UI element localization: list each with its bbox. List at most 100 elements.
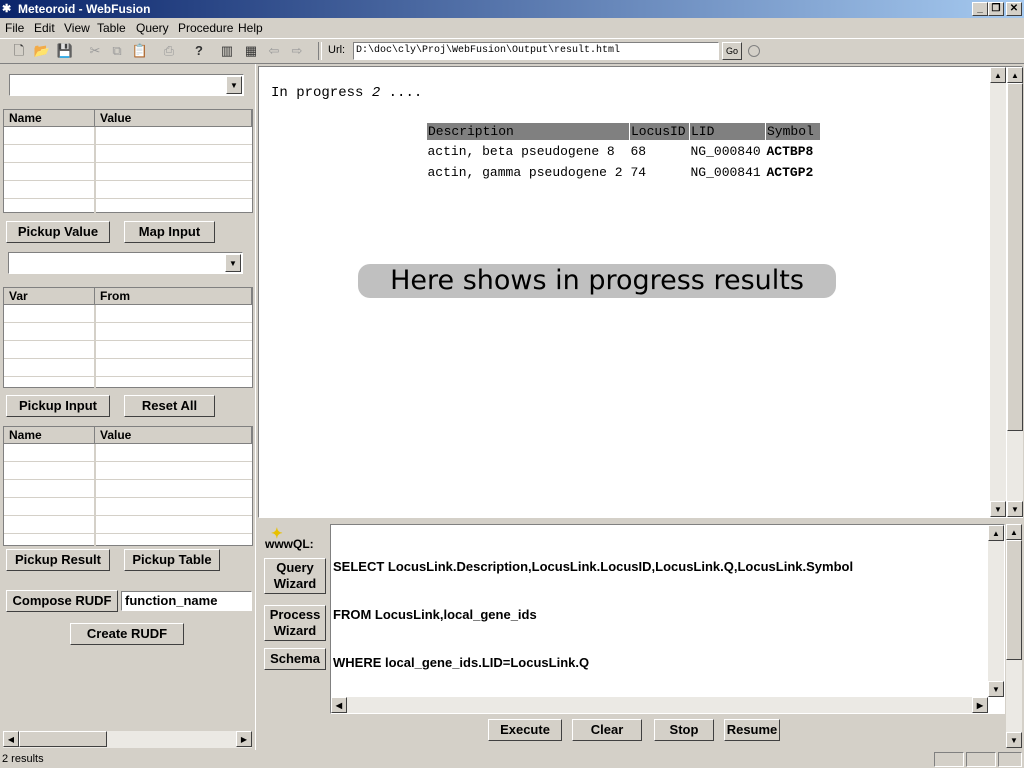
arrow-down-icon[interactable]: ▼: [1006, 732, 1022, 748]
panel-left-icon[interactable]: ▥: [218, 42, 236, 60]
query-wizard-button[interactable]: Query Wizard: [264, 558, 326, 594]
table-row[interactable]: [4, 444, 252, 462]
go-button[interactable]: Go: [722, 42, 742, 60]
help-icon[interactable]: ?: [190, 42, 208, 60]
status-bar: 2 results: [0, 751, 1024, 768]
arrow-right-icon[interactable]: ▶: [972, 697, 988, 713]
left-panel: ▼ Name Value Pickup Value Map Input ▼ Var…: [0, 64, 256, 750]
cell-symbol: ACTGP2: [766, 165, 814, 180]
table-header-row: Description LocusID LID Symbol: [426, 122, 821, 141]
query-wizard-line1: Query: [276, 560, 314, 575]
function-name-input[interactable]: function_name: [121, 591, 252, 611]
query-panel-vertical-scrollbar[interactable]: ▲ ▼: [1006, 524, 1022, 748]
var-from-grid: Var From: [3, 287, 253, 395]
progress-label: In progress: [271, 85, 364, 101]
menu-view[interactable]: View: [64, 21, 90, 35]
title-bar: ✱ Meteoroid - WebFusion _ ❐ ✕: [0, 0, 1024, 18]
url-label: Url:: [328, 44, 346, 56]
process-wizard-button[interactable]: Process Wizard: [264, 605, 326, 641]
minimize-button[interactable]: _: [972, 2, 988, 16]
arrow-left-icon[interactable]: ◀: [3, 731, 19, 747]
execute-button[interactable]: Execute: [488, 719, 562, 741]
arrow-up-icon[interactable]: ▲: [988, 525, 1004, 541]
close-button[interactable]: ✕: [1006, 2, 1022, 16]
cell-description: actin, gamma pseudogene 2: [427, 165, 623, 180]
value-source-select[interactable]: ▼: [9, 74, 244, 96]
reset-all-button[interactable]: Reset All: [124, 395, 215, 417]
table-row[interactable]: [4, 127, 252, 145]
left-horizontal-scrollbar[interactable]: ◀ ▶: [3, 731, 252, 748]
chevron-down-icon[interactable]: ▼: [226, 76, 242, 94]
table-row[interactable]: [4, 462, 252, 480]
table-row[interactable]: [4, 323, 252, 341]
table-row[interactable]: [4, 163, 252, 181]
url-input[interactable]: D:\doc\cly\Proj\WebFusion\Output\result.…: [353, 42, 719, 60]
table-row[interactable]: [4, 181, 252, 199]
pickup-table-button[interactable]: Pickup Table: [124, 549, 220, 571]
forward-arrow-icon[interactable]: ⇨: [288, 42, 306, 60]
table-row[interactable]: [4, 341, 252, 359]
menu-file[interactable]: File: [5, 21, 24, 35]
header-symbol: Symbol: [765, 122, 821, 141]
arrow-down-icon[interactable]: ▼: [1007, 501, 1023, 517]
create-rudf-button[interactable]: Create RUDF: [70, 623, 184, 645]
input-source-select[interactable]: ▼: [8, 252, 243, 274]
cut-icon[interactable]: ✂: [86, 42, 104, 60]
table-row[interactable]: [4, 305, 252, 323]
editor-horizontal-scrollbar[interactable]: ◀ ▶: [331, 697, 988, 713]
arrow-up-icon[interactable]: ▲: [1007, 67, 1023, 83]
table-row[interactable]: [4, 480, 252, 498]
status-text: 2 results: [2, 753, 44, 765]
copy-icon[interactable]: ⧉: [108, 42, 126, 60]
arrow-up-icon[interactable]: ▲: [1006, 524, 1022, 540]
window-vertical-scrollbar[interactable]: ▲ ▼: [1007, 67, 1023, 517]
scroll-thumb[interactable]: [19, 731, 107, 747]
menu-table[interactable]: Table: [97, 21, 126, 35]
table-row[interactable]: [4, 359, 252, 377]
print-icon[interactable]: ⎙: [160, 42, 178, 60]
col-value: Value: [95, 427, 252, 443]
editor-vertical-scrollbar[interactable]: ▲ ▼: [988, 525, 1004, 697]
table-row[interactable]: [4, 516, 252, 534]
scroll-thumb[interactable]: [1006, 540, 1022, 660]
chevron-down-icon[interactable]: ▼: [225, 254, 241, 272]
panel-grid-icon[interactable]: ▦: [242, 42, 260, 60]
table-row[interactable]: [4, 199, 252, 217]
table-row[interactable]: [4, 498, 252, 516]
pickup-input-button[interactable]: Pickup Input: [6, 395, 110, 417]
menu-query[interactable]: Query: [136, 21, 169, 35]
pickup-result-button[interactable]: Pickup Result: [6, 549, 110, 571]
cell-locusid: 68: [630, 144, 647, 159]
save-icon[interactable]: 💾: [56, 42, 74, 60]
pickup-value-button[interactable]: Pickup Value: [6, 221, 110, 243]
maximize-button[interactable]: ❐: [988, 2, 1004, 16]
back-arrow-icon[interactable]: ⇦: [265, 42, 283, 60]
stop-button[interactable]: Stop: [654, 719, 714, 741]
col-var: Var: [4, 288, 95, 304]
process-wizard-line2: Wizard: [273, 623, 317, 638]
arrow-down-icon[interactable]: ▼: [990, 501, 1006, 517]
arrow-left-icon[interactable]: ◀: [331, 697, 347, 713]
status-pane: [998, 752, 1022, 767]
compose-rudf-button[interactable]: Compose RUDF: [6, 590, 118, 612]
arrow-right-icon[interactable]: ▶: [236, 731, 252, 747]
open-folder-icon[interactable]: 📂: [33, 42, 51, 60]
browser-vertical-scrollbar[interactable]: ▲ ▼: [990, 67, 1006, 517]
new-file-icon[interactable]: 🗋: [10, 42, 28, 60]
query-editor[interactable]: SELECT LocusLink.Description,LocusLink.L…: [330, 524, 1005, 714]
menu-help[interactable]: Help: [238, 21, 263, 35]
app-icon: ✱: [2, 3, 12, 15]
table-row[interactable]: [4, 145, 252, 163]
table-row[interactable]: [4, 377, 252, 395]
menu-edit[interactable]: Edit: [34, 21, 55, 35]
scroll-thumb[interactable]: [1007, 83, 1023, 431]
clear-button[interactable]: Clear: [572, 719, 642, 741]
schema-button[interactable]: Schema: [264, 648, 326, 670]
arrow-down-icon[interactable]: ▼: [988, 681, 1004, 697]
menu-procedure[interactable]: Procedure: [178, 21, 233, 35]
resume-button[interactable]: Resume: [724, 719, 780, 741]
paste-icon[interactable]: 📋: [131, 42, 149, 60]
arrow-up-icon[interactable]: ▲: [990, 67, 1006, 83]
map-input-button[interactable]: Map Input: [124, 221, 215, 243]
query-text[interactable]: SELECT LocusLink.Description,LocusLink.L…: [333, 527, 853, 703]
